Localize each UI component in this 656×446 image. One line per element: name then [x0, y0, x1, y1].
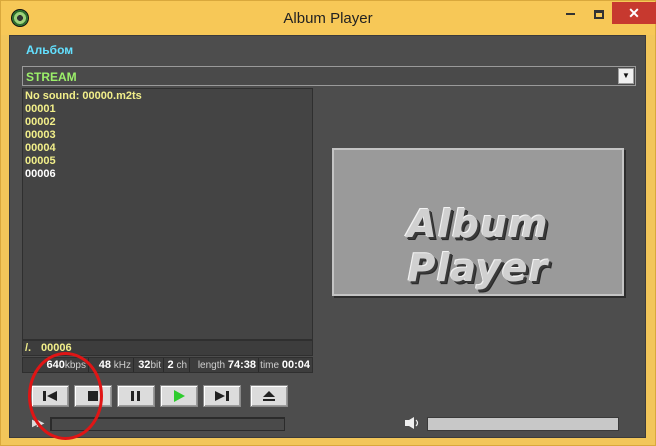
minimize-icon	[565, 13, 575, 16]
eject-button[interactable]	[250, 385, 288, 407]
length-label: length	[197, 360, 226, 371]
title-bar[interactable]: Album Player ✕	[1, 1, 656, 35]
playlist-item-current[interactable]: 00006	[25, 168, 56, 181]
samplerate-cell: 48 kHz	[90, 358, 134, 372]
album-cover-logo: Album Player	[407, 202, 549, 290]
playlist-item[interactable]: 00005	[25, 155, 56, 168]
playlist[interactable]: No sound: 00000.m2ts 00001 00002 00003 0…	[22, 88, 313, 340]
album-select[interactable]: STREAM ▼	[22, 66, 636, 86]
pause-button[interactable]	[117, 385, 155, 407]
playlist-item[interactable]: 00002	[25, 116, 56, 129]
now-playing-prefix: /.	[25, 342, 32, 354]
playlist-item[interactable]: 00004	[25, 142, 56, 155]
next-button[interactable]	[203, 385, 241, 407]
samplerate-unit: kHz	[113, 360, 131, 371]
maximize-button[interactable]	[585, 2, 613, 24]
volume-slider[interactable]	[427, 417, 619, 431]
bits-unit: bit	[150, 360, 161, 371]
minimize-button[interactable]	[556, 2, 584, 24]
play-icon	[174, 390, 185, 402]
channels-cell: 2 ch	[165, 358, 190, 372]
next-icon	[215, 391, 229, 401]
samplerate-value: 48	[98, 359, 111, 371]
eject-icon	[263, 391, 275, 401]
time-cell: time 00:04	[260, 358, 312, 372]
close-button[interactable]: ✕	[612, 2, 656, 24]
album-cover: Album Player	[332, 148, 624, 296]
close-icon: ✕	[628, 5, 640, 21]
play-button[interactable]	[160, 385, 198, 407]
album-label: Альбом	[26, 43, 74, 57]
channels-unit: ch	[176, 360, 187, 371]
speaker-icon	[404, 416, 422, 435]
bits-cell: 32bit	[135, 358, 164, 372]
playlist-item[interactable]: 00001	[25, 103, 56, 116]
length-cell: length 74:38	[191, 358, 259, 372]
player-panel: Альбом STREAM ▼ No sound: 00000.m2ts 000…	[9, 35, 646, 440]
playlist-item[interactable]: No sound: 00000.m2ts	[25, 90, 142, 103]
album-select-value: STREAM	[26, 70, 77, 84]
bits-value: 32	[138, 359, 151, 371]
length-value: 74:38	[227, 359, 256, 371]
red-highlight-ellipse	[28, 352, 103, 440]
maximize-icon	[594, 9, 604, 19]
pause-icon	[131, 391, 140, 401]
time-value: 00:04	[281, 359, 310, 371]
channels-value: 2	[167, 359, 174, 371]
time-label: time	[260, 360, 280, 371]
app-window: Album Player ✕ Альбом STREAM ▼ No sound:…	[0, 0, 656, 446]
playlist-item[interactable]: 00003	[25, 129, 56, 142]
chevron-down-icon[interactable]: ▼	[618, 68, 634, 84]
